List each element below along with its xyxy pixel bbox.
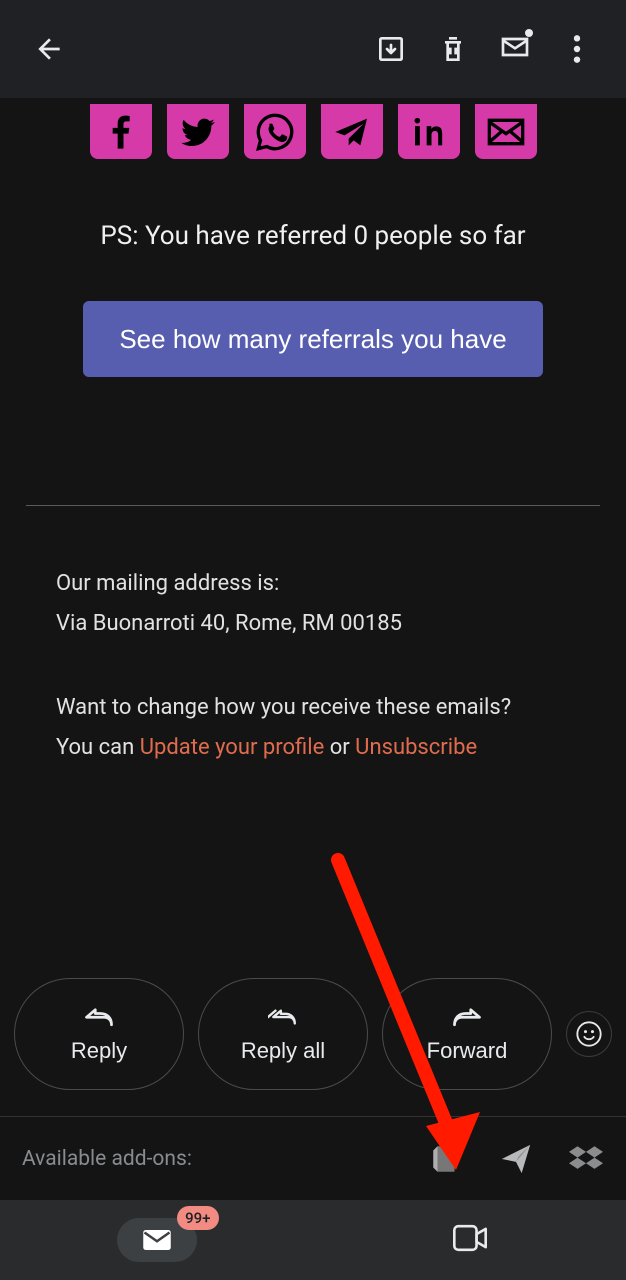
share-twitter[interactable]	[167, 104, 229, 159]
bottom-nav: 99+	[0, 1200, 626, 1280]
reply-all-icon	[268, 1004, 298, 1028]
forward-button[interactable]: Forward	[382, 978, 552, 1090]
unread-dot-icon	[525, 29, 533, 37]
mark-unread-button[interactable]	[484, 18, 546, 80]
archive-button[interactable]	[360, 18, 422, 80]
facebook-icon	[101, 112, 141, 152]
unsubscribe-line: You can Update your profile or Unsubscri…	[56, 728, 570, 768]
addons-label: Available add-ons:	[22, 1147, 394, 1171]
reply-label: Reply	[71, 1038, 127, 1064]
smile-icon	[575, 1020, 603, 1048]
more-menu-button[interactable]	[546, 18, 608, 80]
reply-button[interactable]: Reply	[14, 978, 184, 1090]
share-whatsapp[interactable]	[244, 104, 306, 159]
addons-strip: Available add-ons:	[0, 1116, 626, 1200]
video-icon	[453, 1224, 487, 1252]
paper-plane-icon	[499, 1142, 533, 1176]
mail-nav-icon	[142, 1228, 172, 1252]
nav-mail[interactable]: 99+	[0, 1200, 313, 1280]
change-question: Want to change how you receive these ema…	[56, 688, 570, 728]
ps-text: PS: You have referred 0 people so far	[20, 221, 606, 251]
email-body: PS: You have referred 0 people so far Se…	[0, 98, 626, 768]
reply-icon	[84, 1004, 114, 1028]
forward-label: Forward	[427, 1038, 508, 1064]
nav-meet[interactable]	[313, 1200, 626, 1280]
addon-1[interactable]	[428, 1141, 464, 1177]
dropbox-icon	[569, 1142, 603, 1176]
top-app-bar	[0, 0, 626, 98]
message-action-row: Reply Reply all Forward	[0, 978, 626, 1090]
forward-icon	[452, 1004, 482, 1028]
twitter-icon	[178, 112, 218, 152]
share-facebook[interactable]	[90, 104, 152, 159]
share-telegram[interactable]	[321, 104, 383, 159]
addon-2[interactable]	[498, 1141, 534, 1177]
telegram-icon	[332, 112, 372, 152]
unread-badge: 99+	[177, 1206, 218, 1230]
update-profile-link[interactable]: Update your profile	[140, 735, 325, 760]
address-label: Our mailing address is:	[56, 564, 570, 604]
share-email[interactable]	[475, 104, 537, 159]
referrals-cta-button[interactable]: See how many referrals you have	[83, 301, 543, 377]
email-footer: Our mailing address is: Via Buonarroti 4…	[20, 506, 606, 768]
arrow-left-icon	[33, 33, 65, 65]
delete-button[interactable]	[422, 18, 484, 80]
more-vertical-icon	[573, 33, 581, 65]
email-icon	[486, 112, 526, 152]
linkedin-icon	[409, 112, 449, 152]
reply-all-button[interactable]: Reply all	[198, 978, 368, 1090]
unsubscribe-link[interactable]: Unsubscribe	[355, 735, 477, 760]
address-value: Via Buonarroti 40, Rome, RM 00185	[56, 604, 570, 644]
social-share-row	[20, 98, 606, 159]
archive-icon	[375, 33, 407, 65]
trash-icon	[437, 33, 469, 65]
emoji-reaction-button[interactable]	[566, 1011, 612, 1057]
addon-cube-icon	[429, 1142, 463, 1176]
back-button[interactable]	[18, 18, 80, 80]
whatsapp-icon	[255, 112, 295, 152]
addon-3[interactable]	[568, 1141, 604, 1177]
reply-all-label: Reply all	[241, 1038, 325, 1064]
share-linkedin[interactable]	[398, 104, 460, 159]
